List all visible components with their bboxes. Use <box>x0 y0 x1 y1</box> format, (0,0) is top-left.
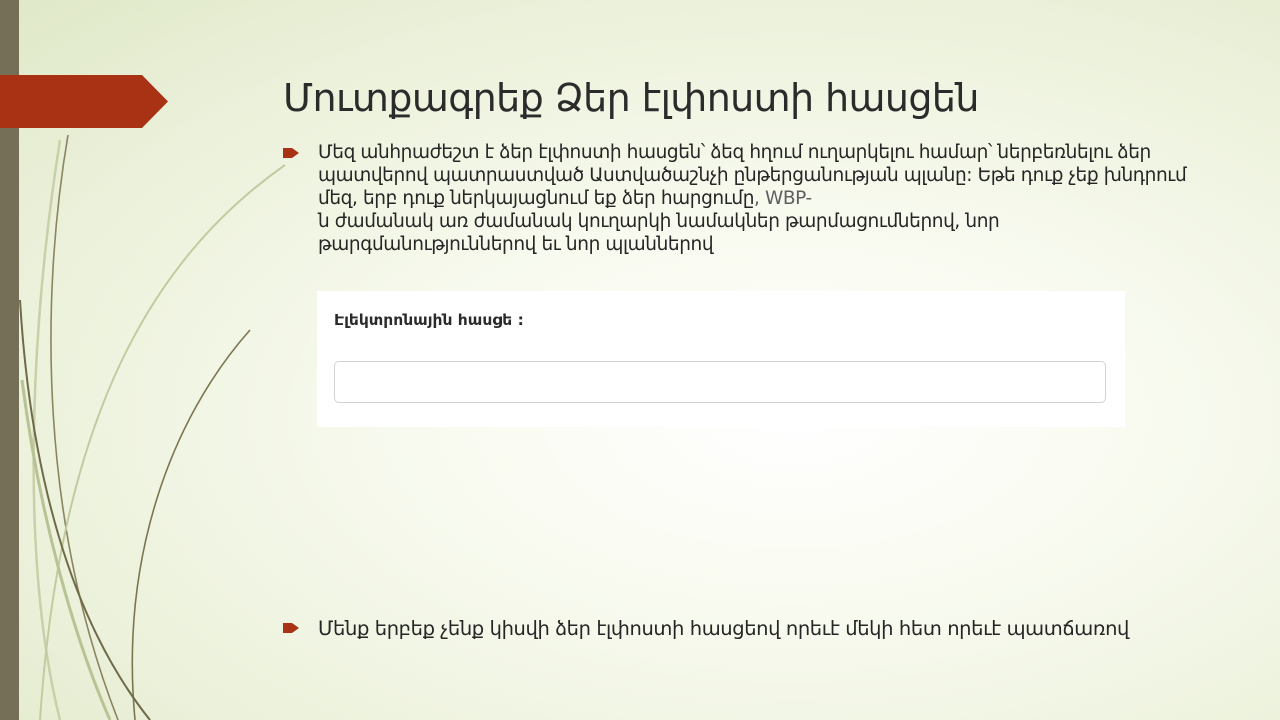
bullet-text: Մեզ անհրաժեշտ է ձեր էլփոստի հասցեն՝ ձեզ … <box>318 141 1203 256</box>
bullet-item-email-reason: Մեզ անհրաժեշտ է ձեր էլփոստի հասցեն՝ ձեզ … <box>283 141 1203 256</box>
bullet-text-suffix: , WBP- <box>754 188 812 209</box>
email-label: Էլեկտրոնային հասցե : <box>334 311 524 329</box>
bullet-text: Մենք երբեք չենք կիսվի ձեր էլփոստի հասցեո… <box>318 617 1129 640</box>
email-input[interactable] <box>334 361 1106 403</box>
bullet-text-main: Մեզ անհրաժեշտ է ձեր էլփոստի հասցեն՝ ձեզ … <box>318 142 1187 209</box>
email-form-card: Էլեկտրոնային հասցե : <box>317 291 1125 427</box>
accent-arrow-tab <box>0 75 168 128</box>
bullet-item-privacy: Մենք երբեք չենք կիսվի ձեր էլփոստի հասցեո… <box>283 616 1203 642</box>
arrow-bullet-icon <box>283 148 299 158</box>
arrow-bullet-icon <box>283 623 299 633</box>
bullet-text-tail: ն ժամանակ առ ժամանակ կուղարկի նամակներ թ… <box>318 211 1000 255</box>
slide-title: Մուտքագրեք Ձեր էլփոստի հասցեն <box>283 76 979 120</box>
